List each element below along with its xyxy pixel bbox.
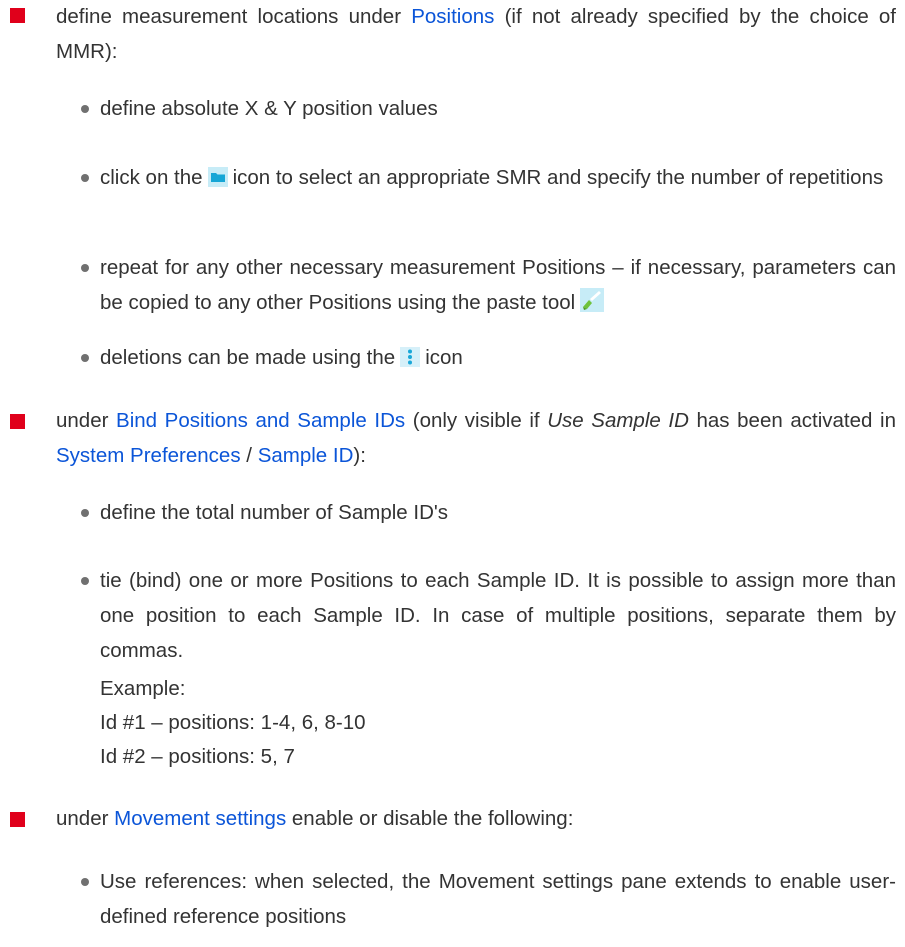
text: icon to select an appropriate SMR and sp… [232, 166, 884, 189]
sample-id-link[interactable]: Sample ID [258, 444, 354, 467]
text: Use references: when selected, the Movem… [100, 870, 896, 928]
text: enable or disable the following: [291, 807, 574, 830]
bullet-dot [81, 577, 89, 585]
bullet-dot [81, 354, 89, 362]
movement-settings-link[interactable]: Movement settings [114, 807, 286, 830]
use-sample-id-term: Use Sample ID [547, 409, 689, 432]
text: repeat for any other necessary measureme… [100, 256, 896, 314]
paste-brush-icon[interactable] [580, 288, 605, 323]
example-line: Id #2 – positions: 5, 7 [100, 745, 295, 768]
positions-link[interactable]: Positions [411, 5, 494, 28]
separator: / [246, 444, 252, 467]
text: define the total number of Sample ID's [100, 501, 449, 524]
bullet-dot [81, 509, 89, 517]
bullet-dot [81, 264, 89, 272]
bullet-dot [81, 878, 89, 886]
text: has been activated in [696, 409, 896, 432]
bind-positions-link[interactable]: Bind Positions and Sample IDs [116, 409, 405, 432]
list-item: click on the icon to select an appropria… [100, 160, 896, 198]
text: tie (bind) one or more Positions to each… [100, 569, 896, 662]
bullet-dot [81, 174, 89, 182]
example-line: Id #1 – positions: 1-4, 6, 8-10 [100, 711, 366, 734]
text: ): [353, 444, 366, 467]
bullet-positions: define measurement locations under Posit… [56, 0, 896, 69]
list-item: Use references: when selected, the Movem… [100, 864, 896, 934]
bullet-dot [81, 105, 89, 113]
system-preferences-link[interactable]: System Preferences [56, 444, 241, 467]
text: deletions can be made using the [100, 346, 396, 369]
bullet-movement-settings: under Movement settings enable or disabl… [56, 801, 896, 836]
text: under [56, 409, 109, 432]
list-item: deletions can be made using the icon [100, 340, 896, 378]
folder-icon[interactable] [207, 163, 228, 198]
list-item: tie (bind) one or more Positions to each… [100, 563, 896, 668]
list-item: repeat for any other necessary measureme… [100, 250, 896, 323]
red-square-bullet [10, 414, 25, 429]
text: define measurement locations under [56, 5, 402, 28]
text: define absolute X & Y position values [100, 97, 438, 120]
vertical-dots-icon[interactable] [400, 343, 421, 378]
example-label: Example: [100, 677, 186, 700]
red-square-bullet [10, 812, 25, 827]
red-square-bullet [10, 8, 25, 23]
list-item: define absolute X & Y position values [100, 91, 896, 126]
text: icon [425, 346, 463, 369]
text: click on the [100, 166, 203, 189]
text: (only visible if [412, 409, 540, 432]
list-item: define the total number of Sample ID's [100, 495, 896, 530]
bullet-bind-positions: under Bind Positions and Sample IDs (onl… [56, 403, 896, 473]
text: under [56, 807, 109, 830]
